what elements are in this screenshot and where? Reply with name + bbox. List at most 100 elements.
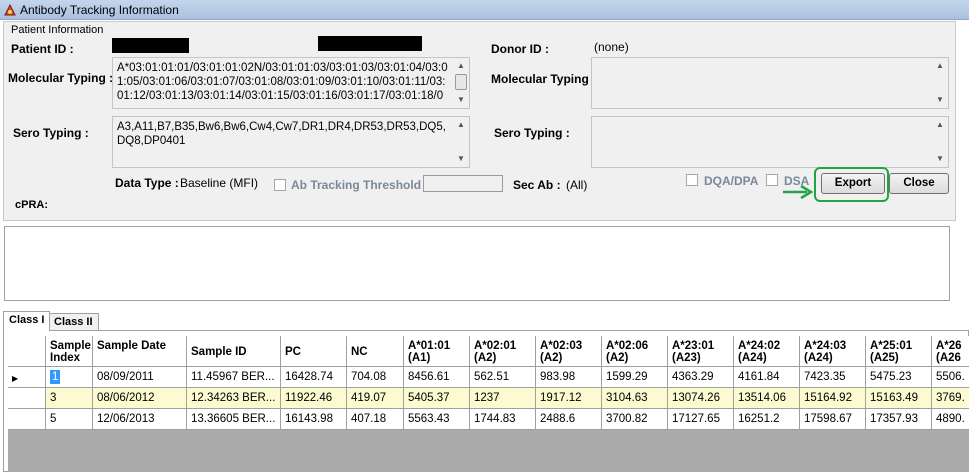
table-cell[interactable]: 13074.26: [668, 388, 734, 409]
donor-molecular-typing-textbox[interactable]: ▲ ▼: [591, 57, 949, 109]
scroll-down-icon[interactable]: ▼: [453, 93, 469, 107]
scroll-up-icon[interactable]: ▲: [453, 59, 469, 73]
row-header[interactable]: ▶: [8, 367, 46, 388]
table-row[interactable]: 3 08/06/2012 12.34263 BER... 11922.46 41…: [8, 388, 969, 409]
column-header[interactable]: A*24:02 (A24): [734, 336, 800, 367]
donor-sero-typing-label: Sero Typing :: [494, 126, 570, 140]
column-header[interactable]: A*24:03 (A24): [800, 336, 866, 367]
table-cell[interactable]: 12/06/2013: [93, 409, 187, 430]
table-row[interactable]: 5 12/06/2013 13.36605 BER... 16143.98 40…: [8, 409, 969, 430]
column-header[interactable]: NC: [347, 336, 404, 367]
table-cell[interactable]: 1744.83: [470, 409, 536, 430]
column-header[interactable]: A*26 (A26: [932, 336, 969, 367]
table-cell[interactable]: 17127.65: [668, 409, 734, 430]
table-cell[interactable]: 2488.6: [536, 409, 602, 430]
table-cell[interactable]: 3104.63: [602, 388, 668, 409]
table-cell[interactable]: 5405.37: [404, 388, 470, 409]
scroll-up-icon[interactable]: ▲: [453, 118, 469, 132]
sero-typing-textbox[interactable]: A3,A11,B7,B35,Bw6,Bw6,Cw4,Cw7,DR1,DR4,DR…: [112, 116, 470, 168]
table-cell[interactable]: 08/09/2011: [93, 367, 187, 388]
table-cell[interactable]: 562.51: [470, 367, 536, 388]
table-cell[interactable]: 15164.92: [800, 388, 866, 409]
row-header[interactable]: [8, 409, 46, 430]
molecular-typing-textbox[interactable]: A*03:01:01:01/03:01:01:02N/03:01:01:03/0…: [112, 57, 470, 109]
message-area[interactable]: [4, 226, 950, 301]
table-cell[interactable]: 08/06/2012: [93, 388, 187, 409]
table-cell[interactable]: 3769.: [932, 388, 969, 409]
sero-typing-label: Sero Typing :: [13, 126, 89, 140]
table-cell[interactable]: 12.34263 BER...: [187, 388, 281, 409]
ab-tracking-threshold-input[interactable]: [423, 175, 503, 192]
donor-molecular-scrollbar[interactable]: ▲ ▼: [932, 58, 948, 108]
table-cell[interactable]: 5506.: [932, 367, 969, 388]
table-cell[interactable]: 3: [46, 388, 93, 409]
table-cell[interactable]: 16251.2: [734, 409, 800, 430]
column-header[interactable]: A*23:01 (A23): [668, 336, 734, 367]
table-cell[interactable]: 983.98: [536, 367, 602, 388]
data-type-label: Data Type :: [115, 176, 179, 190]
table-cell[interactable]: 11922.46: [281, 388, 347, 409]
sero-typing-scrollbar[interactable]: ▲ ▼: [453, 117, 469, 167]
table-cell[interactable]: 4161.84: [734, 367, 800, 388]
table-cell[interactable]: 4363.29: [668, 367, 734, 388]
dsa-checkbox[interactable]: [766, 174, 778, 186]
redacted-patient-id: [112, 38, 189, 53]
table-cell[interactable]: 419.07: [347, 388, 404, 409]
window-title: Antibody Tracking Information: [20, 3, 179, 17]
tab-class-ii[interactable]: Class II: [48, 313, 99, 331]
table-cell[interactable]: 16428.74: [281, 367, 347, 388]
table-cell[interactable]: 407.18: [347, 409, 404, 430]
table-cell[interactable]: 4890.: [932, 409, 969, 430]
table-cell[interactable]: 17357.93: [866, 409, 932, 430]
ab-tracking-threshold-label: Ab Tracking Threshold: [291, 178, 422, 192]
grid-header-row: Sample Index Sample Date Sample ID PC NC…: [8, 336, 969, 367]
table-cell[interactable]: 13514.06: [734, 388, 800, 409]
molecular-typing-label: Molecular Typing :: [8, 71, 114, 85]
tab-class-i[interactable]: Class I: [3, 311, 51, 331]
column-header[interactable]: A*02:01 (A2): [470, 336, 536, 367]
table-cell[interactable]: 17598.67: [800, 409, 866, 430]
table-cell[interactable]: 1237: [470, 388, 536, 409]
scroll-up-icon[interactable]: ▲: [932, 118, 948, 132]
column-header[interactable]: PC: [281, 336, 347, 367]
table-cell[interactable]: 1917.12: [536, 388, 602, 409]
molecular-typing-scrollbar[interactable]: ▲ ▼: [453, 58, 469, 108]
table-cell[interactable]: 13.36605 BER...: [187, 409, 281, 430]
table-cell[interactable]: 704.08: [347, 367, 404, 388]
column-header[interactable]: Sample Date: [93, 336, 187, 367]
table-cell[interactable]: 5563.43: [404, 409, 470, 430]
dqa-dpa-checkbox[interactable]: [686, 174, 698, 186]
scroll-down-icon[interactable]: ▼: [932, 152, 948, 166]
donor-sero-typing-textbox[interactable]: ▲ ▼: [591, 116, 949, 168]
scroll-down-icon[interactable]: ▼: [453, 152, 469, 166]
table-cell[interactable]: 1: [46, 367, 93, 388]
export-button[interactable]: Export: [821, 173, 885, 194]
table-cell[interactable]: 16143.98: [281, 409, 347, 430]
column-header[interactable]: Sample Index: [46, 336, 93, 367]
scroll-down-icon[interactable]: ▼: [932, 93, 948, 107]
column-header[interactable]: A*02:03 (A2): [536, 336, 602, 367]
column-header[interactable]: A*02:06 (A2): [602, 336, 668, 367]
patient-information-group: Patient Information Patient ID : Molecul…: [3, 21, 956, 221]
patient-id-label: Patient ID :: [11, 42, 74, 56]
table-cell[interactable]: 1599.29: [602, 367, 668, 388]
column-header[interactable]: A*25:01 (A25): [866, 336, 932, 367]
table-cell[interactable]: 8456.61: [404, 367, 470, 388]
table-row[interactable]: ▶ 1 08/09/2011 11.45967 BER... 16428.74 …: [8, 367, 969, 388]
close-button[interactable]: Close: [889, 173, 949, 194]
scroll-up-icon[interactable]: ▲: [932, 59, 948, 73]
sec-ab-label: Sec Ab :: [513, 178, 561, 192]
table-cell[interactable]: 5: [46, 409, 93, 430]
column-header[interactable]: Sample ID: [187, 336, 281, 367]
column-header[interactable]: A*01:01 (A1): [404, 336, 470, 367]
scroll-thumb[interactable]: [455, 74, 467, 90]
table-cell[interactable]: 11.45967 BER...: [187, 367, 281, 388]
table-cell[interactable]: 3700.82: [602, 409, 668, 430]
table-cell[interactable]: 7423.35: [800, 367, 866, 388]
row-header[interactable]: [8, 388, 46, 409]
table-cell[interactable]: 15163.49: [866, 388, 932, 409]
table-cell[interactable]: 5475.23: [866, 367, 932, 388]
donor-sero-scrollbar[interactable]: ▲ ▼: [932, 117, 948, 167]
ab-tracking-threshold-checkbox[interactable]: [274, 179, 286, 191]
current-row-icon: ▶: [12, 374, 19, 383]
